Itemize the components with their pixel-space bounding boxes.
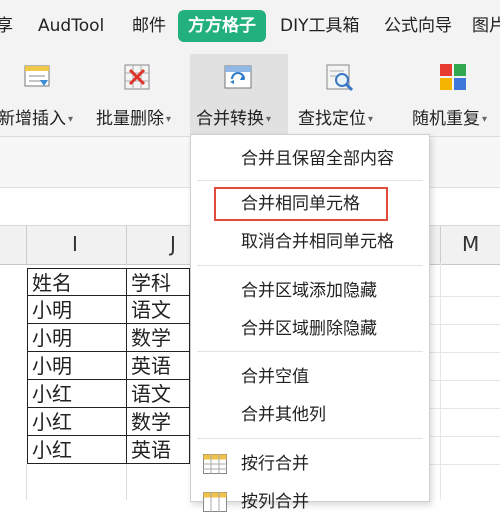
table-cell[interactable]: 小明 (27, 324, 127, 352)
menu-item-merge-remove-hidden[interactable]: 合并区域删除隐藏 (191, 314, 429, 344)
random-icon (440, 64, 466, 90)
tab-picture[interactable]: 图片 (472, 10, 500, 42)
ribbon-tab-bar: 享 AudTool 邮件 方方格子 DIY工具箱 公式向导 图片 (0, 0, 500, 54)
merge-convert-label: 合并转换 (196, 109, 264, 129)
table-grid-icon (203, 454, 227, 474)
table-cell[interactable]: 小明 (27, 352, 127, 380)
table-cell[interactable]: 小红 (27, 408, 127, 436)
batch-delete-button[interactable]: 批量删除 ▾ (92, 54, 184, 136)
insert-button[interactable]: 新增插入 ▾ (0, 54, 80, 136)
chevron-down-icon: ▾ (68, 113, 74, 125)
menu-item-merge-keep-all[interactable]: 合并且保留全部内容 (191, 144, 429, 174)
menu-separator (197, 180, 423, 181)
menu-item-merge-by-column[interactable]: 按列合并 (191, 487, 429, 517)
table-cell[interactable]: 数学 (126, 408, 190, 436)
table-cell[interactable]: 姓名 (27, 268, 127, 296)
column-header-j[interactable]: J (170, 232, 176, 256)
random-repeat-label: 随机重复 (412, 109, 480, 129)
chevron-down-icon: ▾ (368, 113, 374, 125)
find-locate-button[interactable]: 查找定位 ▾ (294, 54, 386, 136)
merge-convert-dropdown-menu: 合并且保留全部内容 合并相同单元格 取消合并相同单元格 合并区域添加隐藏 合并区… (190, 134, 430, 512)
menu-item-merge-other-columns[interactable]: 合并其他列 (191, 400, 429, 430)
tab-share[interactable]: 享 (0, 10, 13, 42)
table-cell[interactable]: 小红 (27, 380, 127, 408)
find-locate-label: 查找定位 (298, 109, 366, 129)
menu-item-label: 按列合并 (241, 492, 309, 512)
tab-formula-wizard[interactable]: 公式向导 (384, 10, 452, 42)
table-cell[interactable]: 英语 (126, 352, 190, 380)
chevron-down-icon: ▾ (266, 113, 272, 125)
highlight-box (214, 187, 388, 221)
insert-label: 新增插入 (0, 109, 66, 129)
menu-item-unmerge-same-cells[interactable]: 取消合并相同单元格 (191, 227, 429, 257)
chevron-down-icon: ▾ (166, 113, 172, 125)
menu-item-label: 按行合并 (241, 454, 309, 474)
menu-separator (197, 351, 423, 352)
tab-fangfang-gezi[interactable]: 方方格子 (178, 10, 266, 42)
column-header-i[interactable]: I (72, 232, 78, 256)
merge-convert-button[interactable]: 合并转换 ▾ (190, 54, 288, 136)
menu-item-label: 合并区域添加隐藏 (241, 281, 377, 301)
menu-item-label: 合并区域删除隐藏 (241, 319, 377, 339)
menu-item-label: 合并空值 (241, 367, 309, 387)
find-icon (326, 64, 354, 92)
menu-separator (197, 438, 423, 439)
delete-icon (124, 64, 150, 90)
table-cell[interactable]: 语文 (126, 296, 190, 324)
table-cell[interactable]: 学科 (126, 268, 190, 296)
menu-item-label: 合并其他列 (241, 405, 326, 425)
random-repeat-button[interactable]: 随机重复 ▾ (404, 54, 500, 136)
menu-item-merge-by-row[interactable]: 按行合并 (191, 449, 429, 479)
merge-convert-icon (224, 65, 252, 89)
menu-separator (197, 265, 423, 266)
table-cell[interactable]: 小红 (27, 436, 127, 464)
table-cell[interactable]: 小明 (27, 296, 127, 324)
tab-diy-toolbox[interactable]: DIY工具箱 (280, 10, 360, 42)
menu-item-merge-add-hidden[interactable]: 合并区域添加隐藏 (191, 276, 429, 306)
insert-icon (24, 65, 50, 87)
table-cell[interactable]: 语文 (126, 380, 190, 408)
batch-delete-label: 批量删除 (96, 109, 164, 129)
menu-item-merge-empty[interactable]: 合并空值 (191, 362, 429, 392)
ribbon-toolbar: 新增插入 ▾ 批量删除 ▾ 合并转换 ▾ 查找定位 ▾ 随机重复 ▾ (0, 54, 500, 137)
table-cell[interactable]: 数学 (126, 324, 190, 352)
tab-audtool[interactable]: AudTool (38, 10, 104, 42)
chevron-down-icon: ▾ (482, 113, 488, 125)
table-cell[interactable]: 英语 (126, 436, 190, 464)
menu-item-label: 合并且保留全部内容 (241, 149, 394, 169)
menu-item-label: 取消合并相同单元格 (241, 232, 394, 252)
column-header-m[interactable]: M (462, 232, 479, 256)
table-grid-icon (203, 492, 227, 512)
tab-mail[interactable]: 邮件 (132, 10, 166, 42)
